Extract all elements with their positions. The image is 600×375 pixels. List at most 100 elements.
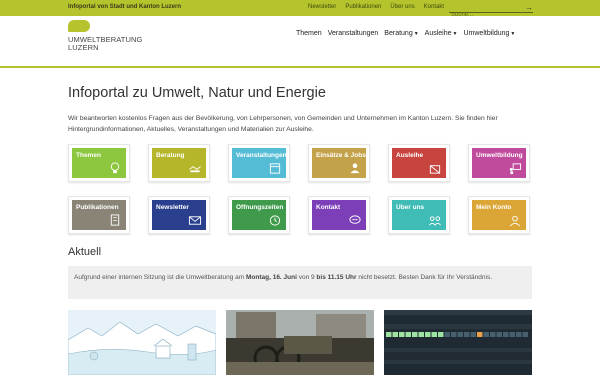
dashboard-cell: [522, 332, 528, 337]
nav-umweltbildung[interactable]: Umweltbildung▼: [463, 30, 515, 37]
tile-veranstaltungen[interactable]: Veranstaltungen: [228, 144, 290, 182]
top-links: Newsletter Publikationen Über uns Kontak…: [308, 4, 444, 10]
tile-label: Beratung: [156, 152, 185, 159]
tile-color-panel: Themen: [72, 148, 126, 178]
caret-down-icon: ▼: [452, 31, 458, 37]
news-card-photo[interactable]: [226, 310, 374, 375]
box-icon: [429, 165, 441, 174]
dashboard-cell: [490, 332, 496, 337]
dashboard-cell: [425, 332, 431, 337]
tile-beratung[interactable]: Beratung: [148, 144, 210, 182]
header: UMWELTBERATUNG LUZERN Themen Veranstaltu…: [0, 16, 600, 68]
main-nav: Themen Veranstaltungen Beratung▼ Ausleih…: [296, 30, 515, 37]
tile-themen[interactable]: Themen: [68, 144, 130, 182]
dashboard-cell: [464, 332, 470, 337]
tile-label: Über uns: [396, 204, 425, 211]
logo-line-2: LUZERN: [68, 43, 99, 52]
dashboard-cell: [431, 332, 437, 337]
dashboard-cell: [496, 332, 502, 337]
nav-beratung[interactable]: Beratung▼: [384, 30, 418, 37]
tile-color-panel: Öffnungszeiten: [232, 200, 286, 230]
dashboard-screenshot: [384, 310, 532, 375]
tile-label: Öffnungszeiten: [236, 204, 284, 211]
caret-down-icon: ▼: [510, 31, 516, 37]
mail-icon: [188, 216, 202, 225]
tile-umweltbildung[interactable]: Umweltbildung: [468, 144, 530, 182]
tile-color-panel: Kontakt: [312, 200, 366, 230]
notice-box: Aufgrund einer internen Sitzung ist die …: [68, 266, 532, 299]
dashboard-cell: [457, 332, 463, 337]
chat-icon: [349, 215, 361, 224]
notice-text: nicht besetzt. Besten Dank für Ihr Verst…: [356, 274, 493, 281]
top-bar: Infoportal von Stadt und Kanton Luzern N…: [0, 0, 600, 20]
dashboard-cell: [477, 332, 483, 337]
document-icon: [110, 214, 120, 226]
caret-down-icon: ▼: [413, 31, 419, 37]
nav-label: Umweltbildung: [463, 30, 510, 37]
tile-label: Newsletter: [156, 204, 189, 211]
calendar-icon: [269, 163, 281, 174]
tile-über-uns[interactable]: Über uns: [388, 196, 450, 234]
tile-kontakt[interactable]: Kontakt: [308, 196, 370, 234]
search-box: →: [449, 3, 533, 20]
dashboard-cell: [399, 332, 405, 337]
nav-label: Beratung: [384, 30, 413, 37]
notice-text: Aufgrund einer internen Sitzung ist die …: [74, 274, 246, 281]
top-link-kontakt[interactable]: Kontakt: [424, 4, 444, 10]
bulb-icon: [110, 162, 120, 174]
dashboard-cell: [470, 332, 476, 337]
top-link-ueber-uns[interactable]: Über uns: [390, 4, 414, 10]
logo-speech-bubble-icon: [68, 20, 90, 32]
top-link-newsletter[interactable]: Newsletter: [308, 4, 336, 10]
mountain-illustration: [68, 310, 216, 375]
tile-label: Ausleihe: [396, 152, 424, 159]
news-card-screenshot[interactable]: [384, 310, 532, 375]
page-title: Infoportal zu Umwelt, Natur und Energie: [68, 85, 326, 101]
dashboard-cell: [412, 332, 418, 337]
dashboard-cell: [503, 332, 509, 337]
top-link-publikationen[interactable]: Publikationen: [345, 4, 381, 10]
tile-color-panel: Publikationen: [72, 200, 126, 230]
tile-ausleihe[interactable]: Ausleihe: [388, 144, 450, 182]
dashboard-cell: [509, 332, 515, 337]
notice-date: Montag, 16. Juni: [245, 274, 297, 281]
news-card-illustration[interactable]: [68, 310, 216, 375]
arrow-right-icon[interactable]: →: [525, 3, 533, 12]
tile-color-panel: Newsletter: [152, 200, 206, 230]
tile-label: Mein Konto: [476, 204, 512, 211]
tile-color-panel: Mein Konto: [472, 200, 526, 230]
tile-color-panel: Einsätze & Jobs: [312, 148, 366, 178]
tile-label: Einsätze & Jobs: [316, 152, 366, 159]
dashboard-cell: [386, 332, 392, 337]
tile-publikationen[interactable]: Publikationen: [68, 196, 130, 234]
nav-label: Veranstaltungen: [327, 30, 379, 37]
tile-öffnungszeiten[interactable]: Öffnungszeiten: [228, 196, 290, 234]
account-icon: [510, 215, 520, 227]
tile-label: Umweltbildung: [476, 152, 523, 159]
tile-color-panel: Umweltbildung: [472, 148, 526, 178]
dashboard-cell: [444, 332, 450, 337]
dashboard-cell: [438, 332, 444, 337]
notice-time: bis 11.15 Uhr: [316, 274, 357, 281]
tile-color-panel: Beratung: [152, 148, 206, 178]
tile-mein-konto[interactable]: Mein Konto: [468, 196, 530, 234]
nav-ausleihe[interactable]: Ausleihe▼: [425, 30, 458, 37]
clock-icon: [269, 215, 281, 226]
site-name: Infoportal von Stadt und Kanton Luzern: [68, 4, 181, 10]
tile-color-panel: Ausleihe: [392, 148, 446, 178]
tile-einsätze-jobs[interactable]: Einsätze & Jobs: [308, 144, 370, 182]
tile-label: Veranstaltungen: [236, 152, 286, 159]
tile-label: Publikationen: [76, 204, 119, 211]
street-photo: [226, 310, 374, 375]
logo[interactable]: UMWELTBERATUNG LUZERN: [68, 20, 158, 60]
dashboard-cell: [405, 332, 411, 337]
nav-themen[interactable]: Themen: [296, 30, 322, 37]
nav-veranstaltungen[interactable]: Veranstaltungen: [328, 30, 379, 37]
intro-text: Wir beantworten kostenlos Fragen aus der…: [68, 115, 498, 133]
dashboard-cell: [392, 332, 398, 337]
tile-newsletter[interactable]: Newsletter: [148, 196, 210, 234]
dashboard-cell: [418, 332, 424, 337]
notice-text: von 9: [296, 274, 317, 281]
nav-label: Themen: [296, 30, 322, 37]
tile-color-panel: Über uns: [392, 200, 446, 230]
